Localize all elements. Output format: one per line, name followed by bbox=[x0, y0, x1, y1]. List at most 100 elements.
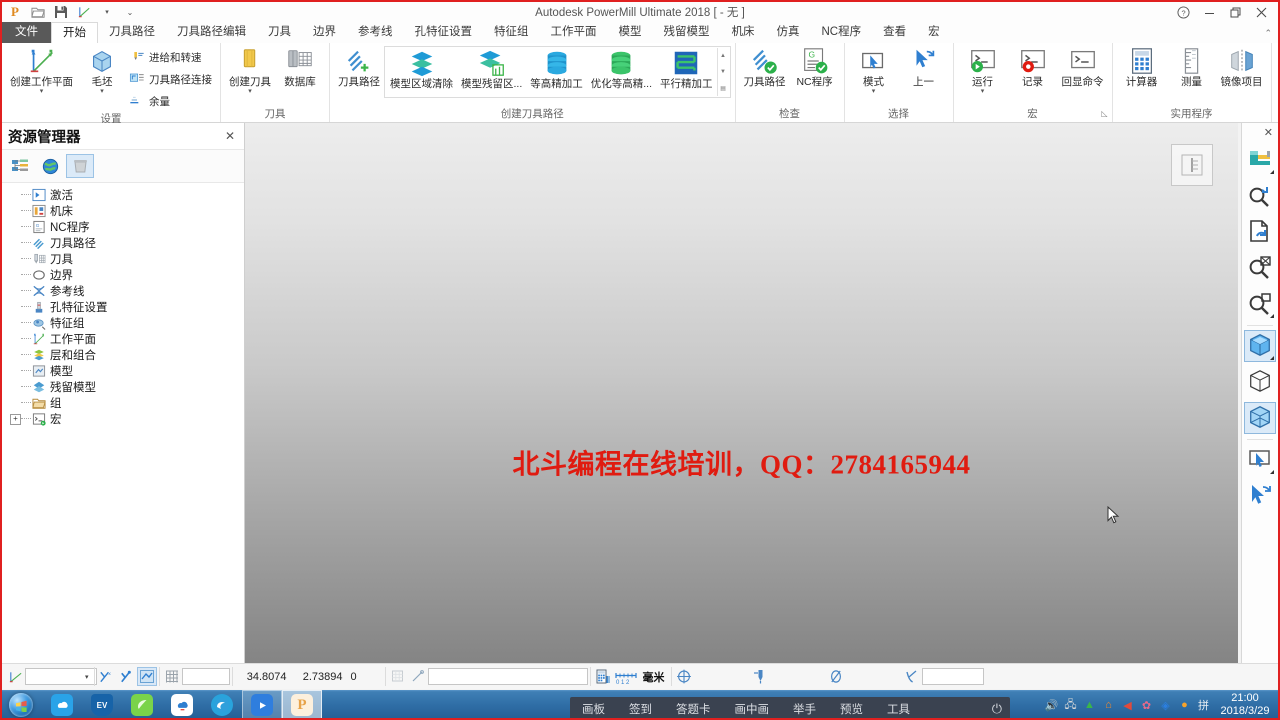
view-orientation-cube[interactable] bbox=[1171, 144, 1213, 186]
tab-5[interactable]: 边界 bbox=[302, 22, 347, 43]
calculator-status-icon[interactable] bbox=[593, 667, 613, 686]
flyout-indicator-icon[interactable] bbox=[1270, 356, 1274, 360]
ribbon-button-previous-selection[interactable]: 上一 bbox=[899, 46, 949, 88]
status-info-input[interactable] bbox=[427, 668, 588, 685]
float-power-button[interactable]: ⏻ bbox=[992, 701, 1002, 717]
ribbon-button-mirror-project[interactable]: 镜像项目 bbox=[1217, 46, 1267, 88]
tab-8[interactable]: 特征组 bbox=[483, 22, 540, 43]
gallery-scroll-button-0[interactable]: ▲ bbox=[718, 48, 729, 64]
create-workplane-button[interactable] bbox=[73, 3, 95, 21]
float-item-whiteboard[interactable]: 画板 bbox=[570, 701, 617, 717]
shaded-view-button[interactable] bbox=[1244, 330, 1276, 362]
ribbon-button-measure[interactable]: 测量 bbox=[1167, 46, 1217, 88]
float-item-signin[interactable]: 签到 bbox=[617, 701, 664, 717]
chevron-down-icon[interactable]: ▾ bbox=[85, 673, 89, 681]
tree-item-tool[interactable]: 刀具 bbox=[2, 251, 244, 267]
tree-item-macro[interactable]: + 宏 bbox=[2, 411, 244, 427]
tree-item-model[interactable]: 模型 bbox=[2, 363, 244, 379]
tab-3[interactable]: 刀具路径编辑 bbox=[166, 22, 257, 43]
tray-green-icon[interactable]: ▲ bbox=[1081, 694, 1098, 716]
ribbon-collapse-button[interactable]: ⌃ bbox=[1264, 28, 1272, 39]
tab-1[interactable]: 开始 bbox=[51, 22, 98, 43]
chevron-down-icon[interactable]: ▾ bbox=[248, 88, 252, 95]
ribbon-button-verify-ncprogram[interactable]: G NC程序 bbox=[790, 46, 840, 88]
flyout-indicator-icon[interactable] bbox=[1270, 170, 1274, 174]
tray-flower-icon[interactable]: ✿ bbox=[1138, 694, 1155, 716]
minimize-button[interactable] bbox=[1196, 2, 1222, 22]
tray-ime-icon[interactable]: 拼 bbox=[1195, 694, 1212, 716]
gallery-scroll-button-1[interactable]: ▼ bbox=[718, 64, 729, 80]
taskbar-item-shield[interactable]: EV bbox=[82, 690, 122, 720]
gallery-item-model-rest-area[interactable]: 模型残留区... bbox=[457, 48, 526, 90]
tray-sound-icon[interactable]: 🔊 bbox=[1043, 694, 1060, 716]
tree-item-machine-tool[interactable]: 机床 bbox=[2, 203, 244, 219]
tree-item-ncprogram[interactable]: G NC程序 bbox=[2, 219, 244, 235]
grid-size-input[interactable] bbox=[181, 668, 230, 685]
explorer-world-view-button[interactable] bbox=[36, 154, 64, 178]
tree-item-feature-set[interactable]: 特征组 bbox=[2, 315, 244, 331]
tab-13[interactable]: 仿真 bbox=[766, 22, 811, 43]
transparent-view-button[interactable] bbox=[1244, 402, 1276, 434]
tray-shield-icon[interactable]: ◈ bbox=[1157, 694, 1174, 716]
ribbon-button-verify-toolpath[interactable]: 刀具路径 bbox=[740, 46, 790, 88]
qat-dropdown-button[interactable]: ▾ bbox=[96, 3, 118, 21]
tool-tip-value[interactable] bbox=[770, 668, 826, 685]
tab-2[interactable]: 刀具路径 bbox=[98, 22, 166, 43]
gallery-scrollbar[interactable]: ▲ ▼ ▤ bbox=[716, 48, 729, 96]
restore-button[interactable] bbox=[1222, 2, 1248, 22]
expand-toggle-icon[interactable]: + bbox=[10, 413, 21, 425]
tool-angle-value[interactable] bbox=[921, 668, 984, 685]
tool-diameter-icon[interactable] bbox=[826, 667, 846, 686]
tab-6[interactable]: 参考线 bbox=[347, 22, 404, 43]
tree-item-pattern[interactable]: 参考线 bbox=[2, 283, 244, 299]
tool-angle-icon[interactable] bbox=[902, 667, 922, 686]
taskbar-item-browser[interactable] bbox=[202, 690, 242, 720]
start-button[interactable] bbox=[0, 691, 42, 719]
dialog-launcher-icon[interactable]: ◺ bbox=[1101, 106, 1107, 121]
tree-item-boundary[interactable]: 边界 bbox=[2, 267, 244, 283]
help-button[interactable]: ? bbox=[1170, 2, 1196, 22]
taskbar-item-leaf[interactable] bbox=[122, 690, 162, 720]
tray-network-icon[interactable]: 🖧 bbox=[1062, 694, 1079, 716]
ribbon-button-echo-commands[interactable]: 回显命令 bbox=[1058, 46, 1108, 88]
refresh-view-button[interactable] bbox=[1244, 216, 1276, 248]
zoom-rotate-button[interactable] bbox=[1244, 180, 1276, 212]
ribbon-button-tool-database[interactable]: 数据库 bbox=[275, 46, 325, 88]
ribbon-button-selection-mode[interactable]: 模式 ▾ bbox=[849, 46, 899, 95]
graphics-viewport[interactable]: 北斗编程在线培训，QQ：2784165944 Z X bbox=[245, 123, 1238, 668]
zoom-fit-button[interactable] bbox=[1244, 252, 1276, 284]
ribbon-button-macro-record[interactable]: 记录 bbox=[1008, 46, 1058, 88]
tab-7[interactable]: 孔特征设置 bbox=[404, 22, 484, 43]
tree-item-workplane[interactable]: 工作平面 bbox=[2, 331, 244, 347]
taskbar-item-netdisk[interactable] bbox=[162, 690, 202, 720]
tree-item-levels-sets[interactable]: 层和组合 bbox=[2, 347, 244, 363]
tab-9[interactable]: 工作平面 bbox=[540, 22, 608, 43]
float-item-pip[interactable]: 画中画 bbox=[723, 701, 782, 717]
ribbon-button-toolpath-connections[interactable]: 刀具路径连接 bbox=[127, 69, 216, 90]
chevron-down-icon[interactable]: ▾ bbox=[100, 88, 104, 95]
app-menu-button[interactable]: P bbox=[4, 3, 26, 21]
float-item-answercard[interactable]: 答题卡 bbox=[664, 701, 723, 717]
explorer-close-button[interactable]: ✕ bbox=[222, 129, 238, 143]
tab-10[interactable]: 模型 bbox=[608, 22, 653, 43]
tree-item-activate[interactable]: 激活 bbox=[2, 187, 244, 203]
tool-center-value[interactable] bbox=[694, 668, 750, 685]
gallery-item-raster-finishing[interactable]: 平行精加工 bbox=[656, 48, 717, 90]
plus-icon[interactable]: + bbox=[10, 413, 21, 425]
tab-4[interactable]: 刀具 bbox=[257, 22, 302, 43]
chevron-down-icon[interactable]: ▾ bbox=[981, 88, 985, 95]
float-item-preview[interactable]: 预览 bbox=[828, 701, 875, 717]
float-item-tools[interactable]: 工具 bbox=[875, 701, 922, 717]
taskbar-item-powermill[interactable]: P bbox=[282, 690, 322, 720]
gallery-scroll-button-2[interactable]: ▤ bbox=[718, 80, 729, 96]
gallery-item-optimised-constant-z[interactable]: 优化等高精... bbox=[587, 48, 656, 90]
machine-tool-view-button[interactable] bbox=[1244, 144, 1276, 176]
ribbon-button-a360[interactable]: A360 bbox=[1276, 46, 1280, 88]
float-item-raisehand[interactable]: 举手 bbox=[781, 701, 828, 717]
tab-12[interactable]: 机床 bbox=[721, 22, 766, 43]
chevron-down-icon[interactable]: ▾ bbox=[40, 88, 44, 95]
ribbon-button-thickness[interactable]: 余量 bbox=[127, 91, 216, 112]
ribbon-button-workplane[interactable]: 创建工作平面 ▾ bbox=[6, 46, 77, 95]
tree-item-toolpath[interactable]: 刀具路径 bbox=[2, 235, 244, 251]
flyout-indicator-icon[interactable] bbox=[1270, 314, 1274, 318]
